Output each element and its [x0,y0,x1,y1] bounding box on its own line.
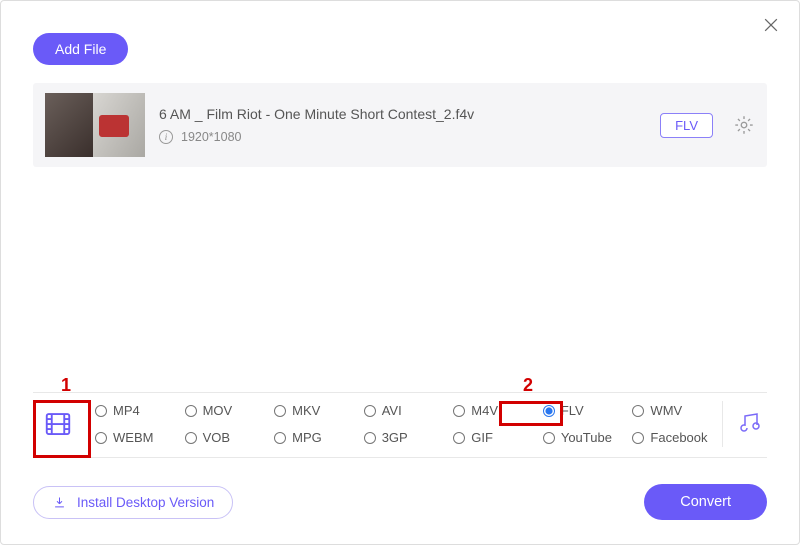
format-option-gif[interactable]: GIF [451,429,537,446]
format-radio[interactable] [453,432,465,444]
format-radio[interactable] [364,405,376,417]
file-meta: 6 AM _ Film Riot - One Minute Short Cont… [159,106,646,144]
format-option-flv[interactable]: FLV [541,402,627,419]
format-radio[interactable] [453,405,465,417]
format-option-mov[interactable]: MOV [183,402,269,419]
format-label: GIF [471,430,493,445]
convert-button[interactable]: Convert [644,484,767,520]
format-label: YouTube [561,430,612,445]
format-radio[interactable] [185,432,197,444]
file-name: 6 AM _ Film Riot - One Minute Short Cont… [159,106,646,122]
format-label: WEBM [113,430,153,445]
format-radio[interactable] [95,405,107,417]
format-label: AVI [382,403,402,418]
format-label: 3GP [382,430,408,445]
format-option-mp4[interactable]: MP4 [93,402,179,419]
video-section-icon[interactable] [33,399,83,449]
format-radio[interactable] [274,432,286,444]
format-label: MPG [292,430,322,445]
install-desktop-label: Install Desktop Version [77,495,214,510]
music-section-icon[interactable] [733,410,767,439]
file-resolution: 1920*1080 [181,130,241,144]
file-thumbnail [45,93,145,157]
format-label: FLV [561,403,584,418]
format-pill-button[interactable]: FLV [660,113,713,138]
download-icon [52,495,67,510]
format-option-3gp[interactable]: 3GP [362,429,448,446]
format-label: MP4 [113,403,140,418]
format-label: MKV [292,403,320,418]
format-option-youtube[interactable]: YouTube [541,429,627,446]
format-label: MOV [203,403,233,418]
format-divider [722,401,723,447]
format-radio[interactable] [632,432,644,444]
format-option-mpg[interactable]: MPG [272,429,358,446]
format-option-vob[interactable]: VOB [183,429,269,446]
format-label: VOB [203,430,230,445]
format-radio[interactable] [543,432,555,444]
install-desktop-button[interactable]: Install Desktop Version [33,486,233,519]
info-icon: i [159,130,173,144]
format-radio[interactable] [274,405,286,417]
format-option-avi[interactable]: AVI [362,402,448,419]
format-label: M4V [471,403,498,418]
format-option-webm[interactable]: WEBM [93,429,179,446]
formats-section: MP4 MOV MKV AVI M4V FLV WMV WEBM VOB MPG 3GP GIF You… [33,392,767,458]
format-radio[interactable] [543,405,555,417]
add-file-button[interactable]: Add File [33,33,128,65]
format-label: Facebook [650,430,707,445]
format-label: WMV [650,403,682,418]
format-radio[interactable] [364,432,376,444]
file-row: 6 AM _ Film Riot - One Minute Short Cont… [33,83,767,167]
close-icon[interactable] [761,15,781,35]
format-radio[interactable] [632,405,644,417]
format-radio[interactable] [185,405,197,417]
format-option-mkv[interactable]: MKV [272,402,358,419]
format-radio[interactable] [95,432,107,444]
gear-icon[interactable] [733,114,755,136]
format-option-m4v[interactable]: M4V [451,402,537,419]
format-option-wmv[interactable]: WMV [630,402,716,419]
format-option-facebook[interactable]: Facebook [630,429,716,446]
bottom-bar: Install Desktop Version Convert [33,484,767,520]
